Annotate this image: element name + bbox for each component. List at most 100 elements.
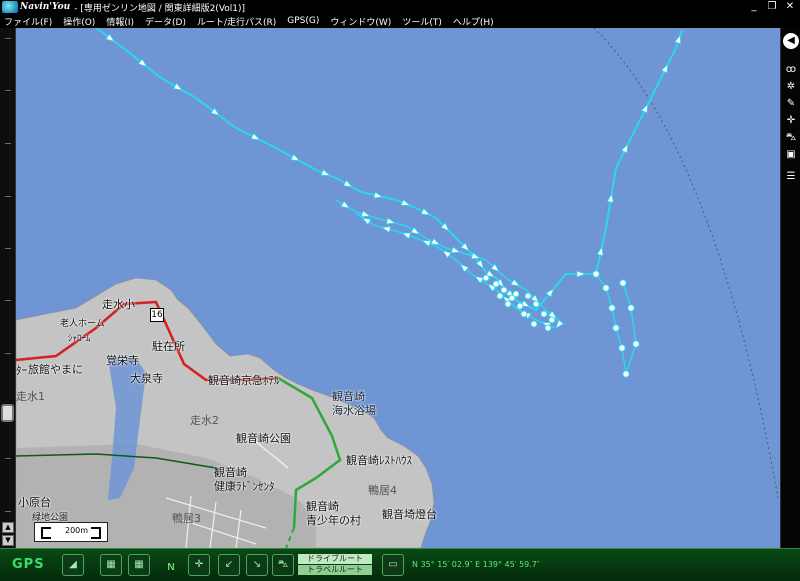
title-bar: Navin'You - [専用ゼンリン地図 / 関東詳細版2(Vol1)] _ … <box>0 0 800 14</box>
map-label-koen: 観音崎公園 <box>236 432 291 445</box>
route-end-button[interactable]: ↘ <box>246 554 268 576</box>
menu-file[interactable]: ファイル(F) <box>4 15 52 28</box>
track-arrow <box>576 270 587 278</box>
track-arrow <box>172 82 183 91</box>
gps-track-line <box>95 28 683 312</box>
app-brand: Navin'You <box>20 2 71 12</box>
track-point <box>496 292 504 300</box>
map-grid-button[interactable]: ▦ <box>100 554 122 576</box>
ruler-tick <box>5 353 11 354</box>
track-arrow <box>250 132 261 141</box>
ruler-tick <box>5 248 11 249</box>
app-logo-icon <box>2 1 18 13</box>
track-arrow <box>470 252 481 260</box>
sea-boundary-line <box>593 28 779 499</box>
map-label-kaisuiyokujo-2: 海水浴場 <box>332 404 376 417</box>
track-point <box>516 302 524 310</box>
crosshair-button[interactable]: ✛ <box>188 554 210 576</box>
track-arrow <box>450 246 461 254</box>
track-point <box>524 292 532 300</box>
crosshair-icon[interactable]: ✛ <box>784 114 798 128</box>
map-label-hashirimizu2: 走水2 <box>190 414 219 427</box>
gear-icon[interactable]: ✲ <box>784 80 798 94</box>
bottom-panel: GPS ◢ ▦ ▦ N ✛ ↙ ↘ ⛍ ドライブルート トラベルルート ▭ N … <box>0 548 800 581</box>
ruler-tick <box>5 458 11 459</box>
zoom-down-button[interactable]: ▼ <box>2 535 14 546</box>
map-label-rojin: 老人ホーム <box>60 319 105 329</box>
car-button[interactable]: ⛍ <box>272 554 294 576</box>
zoom-ruler[interactable] <box>0 28 16 548</box>
map-scale-text: 200m <box>65 526 89 535</box>
map-label-syourou: ｼｬﾛｰﾑ <box>68 334 91 344</box>
menu-window[interactable]: ウィンドウ(W) <box>330 15 391 28</box>
ruler-tick <box>5 300 11 301</box>
track-point <box>608 304 616 312</box>
display-button[interactable]: ▭ <box>382 554 404 576</box>
map-label-kakusouji: 覚栄寺 <box>106 354 139 367</box>
map-label-center: ﾀｰ <box>16 364 27 377</box>
menu-info[interactable]: 情報(I) <box>106 15 134 28</box>
track-arrow <box>674 34 682 45</box>
track-arrow <box>640 103 649 114</box>
zoom-up-button[interactable]: ▲ <box>2 522 14 533</box>
play-icon[interactable]: ▣ <box>784 148 798 162</box>
menu-bar: ファイル(F) 操作(O) 情報(I) データ(D) ルート/走行パス(R) G… <box>0 14 800 28</box>
circle-left-arrow-icon[interactable]: ◀ <box>783 33 799 49</box>
binoculars-icon[interactable]: ꝏ <box>784 63 798 77</box>
scale-bracket-right-icon <box>91 527 101 539</box>
close-button[interactable]: ✕ <box>784 1 796 12</box>
route-start-button[interactable]: ↙ <box>218 554 240 576</box>
ruler-tick <box>5 38 11 39</box>
car-icon[interactable]: ⛍ <box>784 131 798 145</box>
list-icon[interactable]: ☰ <box>784 170 798 184</box>
menu-operation[interactable]: 操作(O) <box>63 15 95 28</box>
map-scale[interactable]: 200m <box>34 522 108 542</box>
menu-help[interactable]: ヘルプ(H) <box>453 15 494 28</box>
track-arrow <box>510 278 521 287</box>
menu-gps[interactable]: GPS(G) <box>287 16 319 26</box>
travel-route-tab[interactable]: トラベルルート <box>298 565 372 575</box>
drive-route-tab[interactable]: ドライブルート <box>298 554 372 564</box>
gps-signal-icon[interactable]: ◢ <box>62 554 84 576</box>
map-label-taisenji: 大泉寺 <box>130 372 163 385</box>
restore-button[interactable]: ❐ <box>766 1 778 12</box>
compass-icon[interactable]: N <box>160 558 182 580</box>
map-label-oharadai: 小原台 <box>18 496 51 509</box>
track-arrow <box>410 226 421 235</box>
track-arrow <box>474 275 485 284</box>
window-title: - [専用ゼンリン地図 / 関東詳細版2(Vol1)] <box>74 3 246 14</box>
map-label-todai: 観音埼燈台 <box>382 508 437 521</box>
ruler-tick <box>5 90 11 91</box>
map-label-seishonen-2: 青少年の村 <box>306 514 361 527</box>
track-arrow <box>320 169 331 176</box>
zoom-slider-handle[interactable] <box>1 404 14 422</box>
track-point <box>622 370 630 378</box>
track-point <box>504 300 512 308</box>
menu-tools[interactable]: ツール(T) <box>402 15 442 28</box>
map-label-sousui: 走水小 <box>102 298 135 311</box>
track-point <box>627 304 635 312</box>
track-point <box>540 310 548 318</box>
track-arrow <box>400 199 411 206</box>
map-label-ryokan: 旅館やまに <box>28 363 83 376</box>
map-canvas <box>16 28 779 548</box>
track-point <box>512 290 520 298</box>
route-16-shield: 16 <box>150 308 164 322</box>
menu-data[interactable]: データ(D) <box>145 15 186 28</box>
minimize-button[interactable]: _ <box>748 1 760 12</box>
track-arrow <box>401 232 412 240</box>
track-point <box>619 279 627 287</box>
track-arrow <box>596 245 604 257</box>
map-label-resthouse: 観音崎ﾚｽﾄﾊｳｽ <box>346 454 412 467</box>
map-view[interactable]: 走水小 老人ホーム ｼｬﾛｰﾑ 覚栄寺 駐在所 大泉寺 旅館やまに ﾀｰ 観音崎… <box>16 28 780 548</box>
track-arrow <box>342 179 353 188</box>
map-label-hashirimizu1: 走水1 <box>16 390 45 403</box>
track-point <box>592 270 600 278</box>
map-view-button[interactable]: ▦ <box>128 554 150 576</box>
zoom-buttons: ▲ ▼ <box>0 520 16 548</box>
track-point <box>520 310 528 318</box>
track-arrow <box>290 153 301 162</box>
menu-route[interactable]: ルート/走行パス(R) <box>197 15 276 28</box>
pen-icon[interactable]: ✎ <box>784 97 798 111</box>
map-label-kenko-2: 健康ﾗﾄﾞﾝｾﾝﾀ <box>214 480 275 493</box>
